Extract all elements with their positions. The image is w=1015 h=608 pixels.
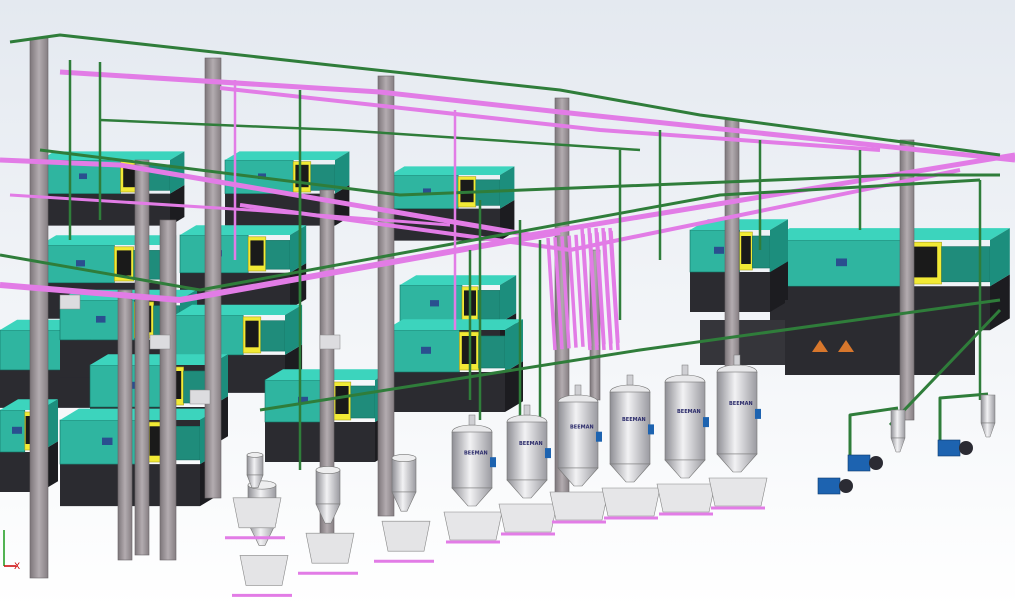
control-panel — [102, 437, 113, 445]
hopper-control-box — [490, 457, 496, 468]
hopper-loader — [733, 354, 741, 366]
right-machine-base — [785, 300, 975, 375]
hopper-loader — [574, 384, 582, 396]
control-panel — [96, 315, 106, 323]
guard-window — [116, 250, 132, 276]
hopper-body — [557, 401, 599, 469]
dehumidifier-bin — [656, 483, 716, 513]
injection-machine — [0, 399, 58, 492]
hopper-loader — [523, 404, 531, 416]
hopper-body — [609, 391, 651, 465]
blower-motor — [839, 479, 853, 493]
machine-top — [180, 225, 307, 235]
hopper-brand-label: BEEMAN — [729, 401, 753, 407]
dehumidifier-bin — [708, 477, 768, 507]
blower-body — [937, 439, 961, 457]
injection-unit — [477, 290, 501, 320]
steel-column — [377, 75, 395, 517]
steel-column — [117, 289, 133, 561]
guard-window — [250, 240, 264, 266]
hopper-brand-label: BEEMAN — [677, 409, 701, 415]
slim-hopper-bin — [239, 555, 289, 586]
feeder-unit — [59, 294, 81, 310]
machine-top — [175, 304, 303, 315]
injection-unit — [265, 240, 291, 270]
control-panel — [79, 173, 87, 180]
guard-window — [335, 386, 349, 414]
slim-hopper-bin — [232, 497, 282, 529]
vacuum-blower — [937, 439, 973, 457]
control-panel — [76, 260, 85, 267]
assembly-render[interactable]: BEEMAN BEEMAN BEEMAN BEEMAN BEEMAN BEEMAN X — [0, 0, 1015, 608]
hopper-loader — [681, 364, 689, 376]
slim-hopper-bin — [381, 520, 431, 552]
guard-window — [245, 320, 259, 348]
small-hopper-body — [980, 394, 996, 424]
injection-unit — [478, 335, 506, 369]
cad-3d-viewport[interactable]: BEEMAN BEEMAN BEEMAN BEEMAN BEEMAN BEEMAN X — [0, 0, 1015, 608]
blower-motor — [869, 456, 883, 470]
injection-unit — [941, 246, 991, 283]
hopper-brand-label: BEEMAN — [570, 424, 594, 430]
slim-hopper-lid — [246, 452, 264, 458]
small-hopper-body — [890, 409, 906, 439]
blower-motor — [959, 441, 973, 455]
blower-body — [847, 454, 871, 472]
vacuum-blower — [847, 454, 883, 472]
hopper-loader — [468, 414, 476, 426]
slim-hopper-body — [246, 454, 264, 476]
machine-top — [400, 275, 517, 285]
feeder-unit — [149, 334, 171, 350]
hopper-brand-label: BEEMAN — [622, 417, 646, 423]
guard-window — [25, 416, 31, 444]
hopper-control-box — [703, 417, 709, 428]
injection-unit — [350, 385, 376, 419]
feeder-unit — [319, 334, 341, 350]
slim-hopper-body — [315, 469, 341, 505]
slim-hopper-lid — [315, 466, 341, 474]
dehumidifier-bin — [601, 487, 661, 517]
dehumidifier-bin — [498, 503, 558, 533]
hopper-body — [451, 431, 493, 489]
hopper-body — [664, 381, 706, 461]
injection-unit — [260, 320, 286, 352]
slim-hopper-body — [391, 457, 417, 493]
dehumidifier-bin — [549, 491, 609, 521]
steel-column — [29, 37, 49, 579]
control-panel — [421, 346, 431, 354]
machine-top — [390, 166, 515, 175]
hopper-body — [716, 371, 758, 455]
hopper-body — [506, 421, 548, 481]
steel-column — [134, 159, 150, 556]
machine-top — [225, 151, 350, 160]
vacuum-blower — [817, 477, 853, 495]
machine-base — [385, 372, 505, 412]
feeder-unit — [189, 389, 211, 405]
slim-hopper-bin — [305, 532, 355, 564]
hopper-control-box — [596, 431, 602, 442]
hopper-brand-label: BEEMAN — [519, 441, 543, 447]
hopper-control-box — [755, 408, 761, 419]
dehumidifier-bin — [443, 511, 503, 541]
control-panel — [836, 258, 847, 267]
right-machine-base-2 — [700, 320, 785, 365]
guard-window — [741, 236, 751, 264]
control-panel — [714, 246, 724, 254]
hopper-control-box — [648, 424, 654, 435]
control-panel — [430, 300, 439, 307]
control-panel — [12, 426, 22, 434]
hopper-control-box — [545, 448, 551, 459]
hopper-loader — [626, 374, 634, 386]
blower-body — [817, 477, 841, 495]
guard-window — [910, 246, 938, 278]
machine-top — [40, 235, 177, 245]
hopper-brand-label: BEEMAN — [464, 450, 488, 456]
steel-column — [159, 219, 177, 561]
machine-top — [770, 228, 1010, 240]
triad-x-label: X — [14, 562, 20, 572]
slim-hopper-lid — [391, 454, 417, 462]
